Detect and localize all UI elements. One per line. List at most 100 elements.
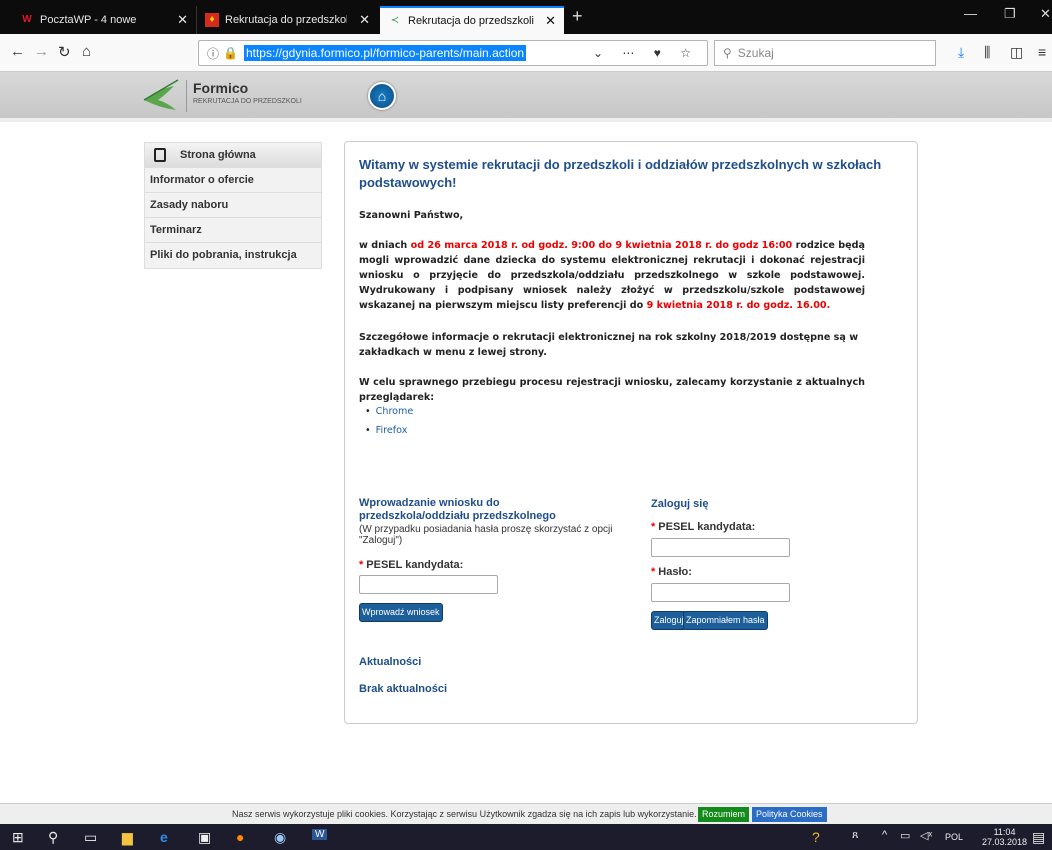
para1-deadline: 9 kwietnia 2018 r. do godz. 16.00. (646, 300, 831, 311)
search-placeholder: Szukaj (737, 46, 774, 60)
home-button[interactable]: ⌂ (368, 82, 396, 110)
apply-note: (W przypadku posiadania hasła proszę sko… (359, 524, 613, 546)
login-button[interactable]: Zaloguj (651, 611, 687, 630)
restore-icon[interactable]: ❐ (1004, 6, 1016, 22)
lock-icon[interactable]: 🔒 (223, 46, 238, 60)
sidebar-item-label: Terminarz (150, 224, 202, 236)
apply-pesel-label-text: PESEL kandydata: (366, 559, 464, 571)
search-icon: ⚲ (723, 46, 732, 60)
site-header: Formico REKRUTACJA DO PRZEDSZKOLI ⌂ (0, 72, 1052, 122)
news-empty: Brak aktualności (359, 683, 448, 695)
forgot-password-button[interactable]: Zapomniałem hasła (683, 611, 768, 630)
sidebar-item-terminarz[interactable]: Terminarz (145, 218, 321, 243)
url-text[interactable]: https://gdynia.formico.pl/formico-parent… (243, 45, 527, 61)
password-label-text: Hasło: (658, 566, 692, 578)
close-tab-icon[interactable]: ✕ (359, 12, 370, 28)
close-window-icon[interactable]: ✕ (1040, 6, 1051, 22)
sidebar-item-label: Informator o ofercie (150, 174, 254, 186)
info-icon[interactable]: ⓘ (207, 45, 219, 62)
apply-pesel-label: * PESEL kandydata: (359, 559, 464, 571)
tab-rekrutacja-active[interactable]: ≺ Rekrutacja do przedszkoli ✕ (380, 6, 564, 34)
cookie-policy-button[interactable]: Polityka Cookies (752, 807, 827, 822)
notifications-icon[interactable]: ▤ (1032, 829, 1045, 846)
cookie-bar: Nasz serwis wykorzystuje pliki cookies. … (0, 803, 1052, 824)
word-icon[interactable]: W (312, 829, 328, 840)
task-view-icon[interactable]: ▭ (84, 829, 97, 846)
sidebar-item-informator[interactable]: Informator o ofercie (145, 168, 321, 193)
page-title: Witamy w systemie rekrutacji do przedszk… (359, 157, 882, 190)
volume-muted-icon[interactable]: ◁ˣ (920, 829, 932, 842)
help-icon[interactable]: ? (812, 829, 820, 845)
menu-icon[interactable]: ≡ (1038, 44, 1046, 60)
thunderbird-icon[interactable]: ◉ (274, 829, 286, 846)
brand-subtitle: REKRUTACJA DO PRZEDSZKOLI (193, 98, 302, 105)
main-panel: Witamy w systemie rekrutacji do przedszk… (344, 141, 918, 724)
news-title: Aktualności (359, 656, 422, 668)
apply-pesel-input[interactable] (359, 575, 498, 594)
tab-title: PocztaWP - 4 nowe (40, 14, 137, 26)
sidebar-item-label: Zasady naboru (150, 199, 229, 211)
login-pesel-input[interactable] (651, 538, 790, 557)
network-icon[interactable]: ▭ (900, 829, 910, 842)
house-icon: ⌂ (377, 88, 387, 104)
login-pesel-label-text: PESEL kandydata: (658, 521, 756, 533)
document-icon (154, 148, 166, 162)
tab-rekrutacja-gdynia[interactable]: ♦ Rekrutacja do przedszkoli 2018/ ✕ (196, 6, 378, 34)
forward-icon[interactable]: → (34, 43, 49, 60)
chrome-link[interactable]: Chrome (365, 406, 414, 417)
sidebar-menu: Strona główna Informator o ofercie Zasad… (144, 142, 322, 269)
people-icon[interactable]: ጸ (852, 829, 858, 842)
language-indicator[interactable]: POL (945, 832, 963, 842)
login-pesel-label: * PESEL kandydata: (651, 521, 756, 533)
greeting-text: Szanowni Państwo, (359, 210, 464, 221)
library-icon[interactable]: ⫼ (984, 44, 990, 61)
clock[interactable]: 11:04 27.03.2018 (982, 827, 1027, 847)
store-icon[interactable]: ▣ (198, 829, 211, 846)
cookie-text: Nasz serwis wykorzystuje pliki cookies. … (232, 809, 697, 819)
reload-icon[interactable]: ↻ (58, 43, 71, 61)
password-input[interactable] (651, 583, 790, 602)
wp-logo-icon: W (22, 14, 32, 25)
close-tab-icon[interactable]: ✕ (177, 12, 188, 28)
tab-title: Rekrutacja do przedszkoli 2018/ (225, 14, 347, 26)
clock-date: 27.03.2018 (982, 837, 1028, 847)
tab-title: Rekrutacja do przedszkoli (408, 15, 534, 27)
sidebar-item-label: Strona główna (180, 149, 256, 161)
search-input[interactable]: ⚲ Szukaj (714, 40, 936, 66)
tab-poczta[interactable]: W PocztaWP - 4 nowe ✕ (12, 6, 196, 34)
back-icon[interactable]: ← (10, 43, 25, 60)
sidebar-icon[interactable]: ◫ (1010, 44, 1023, 61)
brand-name: Formico (193, 80, 249, 96)
sidebar-item-label: Pliki do pobrania, instrukcja (150, 249, 297, 261)
windows-taskbar: ⊞ ⚲ ▭ ▆ e ▣ ● ◉ W ? ጸ ^ ▭ ◁ˣ POL 11:04 2… (0, 824, 1052, 850)
para1-text-a: w dniach (359, 240, 411, 251)
firefox-link[interactable]: Firefox (365, 425, 408, 436)
minimize-icon[interactable]: — (964, 6, 977, 21)
tray-up-icon[interactable]: ^ (882, 829, 887, 841)
download-icon[interactable]: ⤓ (958, 44, 964, 61)
formico-leaf-icon: ≺ (390, 15, 400, 26)
edge-icon[interactable]: e (160, 829, 168, 845)
browser-nav-bar: ← → ↻ ⌂ ⓘ 🔒 https://gdynia.formico.pl/fo… (0, 34, 1052, 72)
windows-start-icon[interactable]: ⊞ (12, 829, 24, 846)
home-icon[interactable]: ⌂ (82, 43, 91, 60)
formico-logo-icon[interactable] (140, 78, 182, 116)
details-paragraph: Szczegółowe informacje o rekrutacji elek… (359, 332, 859, 358)
sidebar-item-zasady[interactable]: Zasady naboru (145, 193, 321, 218)
firefox-icon[interactable]: ● (236, 829, 244, 845)
clock-time: 11:04 (993, 827, 1016, 837)
address-bar[interactable]: ⓘ 🔒 https://gdynia.formico.pl/formico-pa… (198, 40, 708, 66)
close-tab-icon[interactable]: ✕ (545, 13, 556, 29)
sidebar-item-home[interactable]: Strona główna (145, 143, 321, 168)
submit-application-button[interactable]: Wprowadź wniosek (359, 603, 443, 622)
logo-divider (186, 80, 187, 112)
sidebar-item-pliki[interactable]: Pliki do pobrania, instrukcja (145, 243, 321, 268)
browsers-paragraph: W celu sprawnego przebiegu procesu rejes… (359, 377, 865, 403)
file-explorer-icon[interactable]: ▆ (122, 829, 133, 846)
gdynia-crest-icon: ♦ (205, 13, 219, 27)
page-actions-icon[interactable]: ⌄ ⋯ ♥ ☆ (593, 46, 699, 60)
cookie-accept-button[interactable]: Rozumiem (698, 807, 750, 822)
search-icon[interactable]: ⚲ (48, 829, 58, 846)
password-label: * Hasło: (651, 566, 692, 578)
new-tab-icon[interactable]: + (572, 6, 583, 27)
